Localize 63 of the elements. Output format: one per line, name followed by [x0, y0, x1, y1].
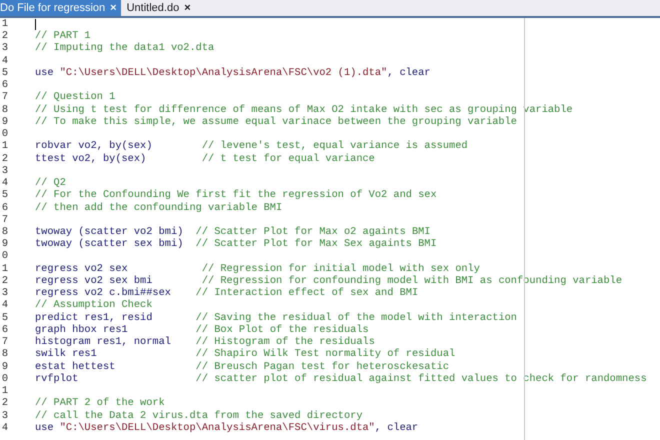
line-number: 4	[0, 422, 8, 434]
code-line: regress vo2 sex bmi // Regression for confounding model with BMI as confounding variable	[35, 274, 622, 288]
line-number: 5	[0, 66, 8, 80]
line-number: 1	[0, 385, 8, 398]
line-number: 2	[0, 30, 8, 42]
line-number: 3	[0, 42, 8, 55]
code-line: swilk res1 // Shapiro Wilk Test normality of residual	[35, 348, 456, 361]
code-line: robvar vo2, by(sex) // levene's test, equal variance is assumed	[35, 140, 468, 153]
line-number: 1	[0, 262, 8, 275]
code-line: histogram res1, normal // Histogram of the residuals	[35, 336, 375, 348]
code-line: twoway (scatter vo2 bmi) // Scatter Plot for Max o2 againts BMI	[35, 226, 430, 238]
code-line: // Using t test for diffenrence of means of Max O2 intake with sec as grouping variable	[35, 104, 573, 116]
code-line: use "C:\Users\DELL\Desktop\AnalysisArena\FSC\virus.dta", clear	[35, 422, 418, 434]
line-number: 1	[0, 18, 8, 30]
line-number: 9	[0, 238, 8, 250]
line-number: 7	[0, 91, 8, 104]
line-number: 6	[0, 324, 8, 336]
line-number: 4	[0, 299, 8, 312]
line-number: 9	[0, 360, 8, 373]
line-number: 2	[0, 152, 8, 165]
editor-tab[interactable]: Untitled.do ×	[124, 0, 194, 16]
code-line: predict res1, resid // Saving the residual of the model with interaction	[35, 312, 517, 324]
code-line: twoway (scatter sex bmi) // Scatter Plot for Max Sex againts BMI	[35, 238, 437, 250]
code-line: // Imputing the data1 vo2.dta	[35, 42, 214, 55]
line-number: 4	[0, 54, 8, 67]
code-line: regress vo2 sex // Regression for initial model with sex only	[35, 262, 480, 275]
line-number: 6	[0, 202, 8, 214]
line-number: 0	[0, 250, 8, 263]
code-line: estat hettest // Breusch Pagan test for heterosckesatic	[35, 360, 450, 373]
code-line: // Q2	[35, 177, 66, 190]
line-number: 3	[0, 410, 8, 422]
close-icon[interactable]: ×	[110, 2, 117, 14]
line-number: 5	[0, 189, 8, 202]
line-number: 8	[0, 348, 8, 361]
code-line: // To make this simple, we assume equal varinace between the grouping variable	[35, 116, 517, 128]
code-line: // Assumption Check	[35, 299, 152, 312]
line-number: 0	[0, 128, 8, 140]
line-number: 7	[0, 336, 8, 348]
line-number: 7	[0, 214, 8, 226]
line-number: 4	[0, 177, 8, 190]
editor-tab[interactable]: Do File for regression ×	[0, 0, 121, 16]
code-line: use "C:\Users\DELL\Desktop\AnalysisArena\FSC\vo2 (1).dta", clear	[35, 66, 430, 80]
line-number: 8	[0, 226, 8, 238]
code-line: // PART 1	[35, 30, 91, 42]
code-line: regress vo2 c.bmi##sex // Interaction effect of sex and BMI	[35, 287, 418, 300]
line-number: 2	[0, 274, 8, 288]
code-line: ttest vo2, by(sex) // t test for equal variance	[35, 152, 375, 165]
code-line: // PART 2 of the work	[35, 397, 165, 410]
line-number: 2	[0, 397, 8, 410]
line-number: 0	[0, 372, 8, 386]
line-number: 8	[0, 104, 8, 116]
line-number: 1	[0, 140, 8, 153]
line-number: 9	[0, 116, 8, 128]
code-line: // Question 1	[35, 91, 116, 104]
line-number: 5	[0, 312, 8, 324]
code-line: // then add the confounding variable BMI	[35, 202, 282, 214]
code-line: graph hbox res1 // Box Plot of the residuals	[35, 324, 369, 336]
code-line: // call the Data 2 virus.dta from the saved directory	[35, 410, 362, 422]
close-icon[interactable]: ×	[184, 2, 191, 14]
line-number: 6	[0, 79, 8, 92]
line-number: 3	[0, 287, 8, 300]
code-line: // For the Confounding We first fit the regression of Vo2 and sex	[35, 189, 437, 202]
line-number: 3	[0, 164, 8, 178]
